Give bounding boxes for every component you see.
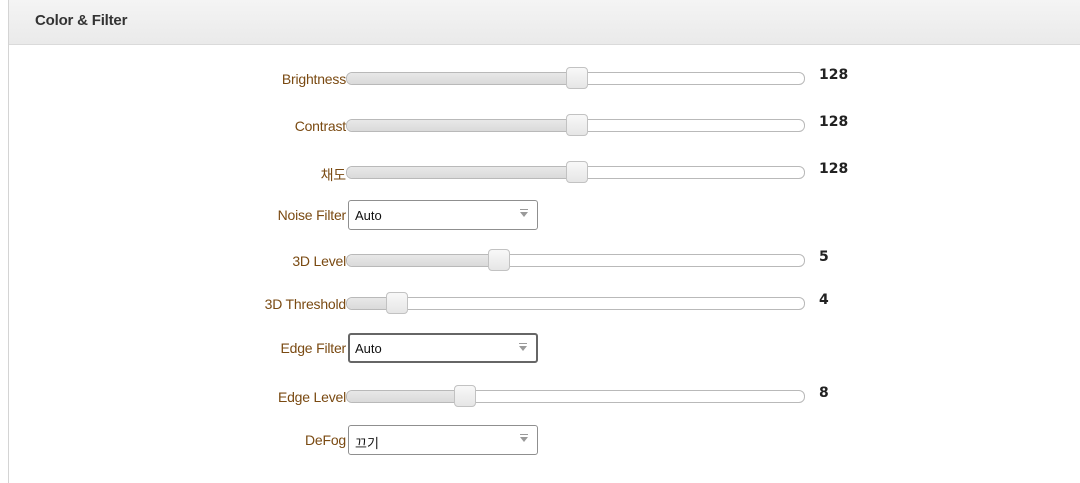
brightness-row: Brightness 128 (9, 66, 1080, 96)
3d-threshold-slider-handle[interactable] (386, 292, 408, 314)
edge-filter-selected-value: Auto (355, 341, 382, 356)
saturation-slider-handle[interactable] (566, 161, 588, 183)
defog-selected-value: 끄기 (355, 436, 379, 451)
brightness-slider-fill (347, 73, 577, 84)
3d-threshold-row: 3D Threshold 4 (9, 291, 1080, 321)
contrast-label: Contrast (294, 118, 347, 134)
brightness-slider[interactable] (346, 67, 805, 89)
contrast-slider-fill (347, 120, 577, 131)
3d-level-value: 5 (819, 249, 829, 265)
panel-header: Color & Filter (9, 0, 1080, 45)
noise-filter-select[interactable]: Auto (348, 200, 538, 230)
edge-filter-label: Edge Filter (280, 340, 347, 356)
3d-level-slider-handle[interactable] (488, 249, 510, 271)
contrast-row: Contrast 128 (9, 113, 1080, 143)
saturation-value: 128 (819, 161, 849, 177)
3d-threshold-slider[interactable] (346, 292, 805, 314)
edge-level-slider-fill (347, 391, 465, 402)
noise-filter-label: Noise Filter (277, 207, 347, 223)
saturation-row: 채도 128 (9, 160, 1080, 190)
saturation-slider-fill (347, 167, 577, 178)
3d-level-slider[interactable] (346, 249, 805, 271)
edge-filter-select[interactable]: Auto (348, 333, 538, 363)
defog-label: DeFog (304, 432, 346, 448)
saturation-label: 채도 (320, 167, 347, 183)
color-filter-panel: Color & Filter Brightness 128 Contrast 1… (8, 0, 1080, 483)
edge-level-value: 8 (819, 385, 829, 401)
contrast-slider[interactable] (346, 114, 805, 136)
edge-level-row: Edge Level 8 (9, 384, 1080, 414)
3d-level-row: 3D Level 5 (9, 248, 1080, 278)
noise-filter-row: Noise Filter Auto (9, 200, 1080, 230)
chevron-down-icon (520, 209, 528, 217)
chevron-down-icon (520, 434, 528, 442)
edge-level-label: Edge Level (277, 389, 346, 405)
3d-level-label: 3D Level (292, 253, 346, 269)
edge-level-slider[interactable] (346, 385, 805, 407)
brightness-label: Brightness (281, 71, 346, 87)
defog-select[interactable]: 끄기 (348, 425, 538, 455)
3d-level-slider-fill (347, 255, 499, 266)
contrast-value: 128 (819, 114, 849, 130)
chevron-down-icon (519, 343, 527, 351)
noise-filter-selected-value: Auto (355, 208, 382, 223)
edge-level-slider-handle[interactable] (454, 385, 476, 407)
3d-threshold-value: 4 (819, 292, 829, 308)
contrast-slider-handle[interactable] (566, 114, 588, 136)
brightness-value: 128 (819, 67, 849, 83)
panel-title: Color & Filter (35, 12, 128, 29)
3d-threshold-label: 3D Threshold (264, 296, 347, 312)
saturation-slider[interactable] (346, 161, 805, 183)
defog-row: DeFog 끄기 (9, 425, 1080, 455)
brightness-slider-handle[interactable] (566, 67, 588, 89)
edge-filter-row: Edge Filter Auto (9, 333, 1080, 363)
